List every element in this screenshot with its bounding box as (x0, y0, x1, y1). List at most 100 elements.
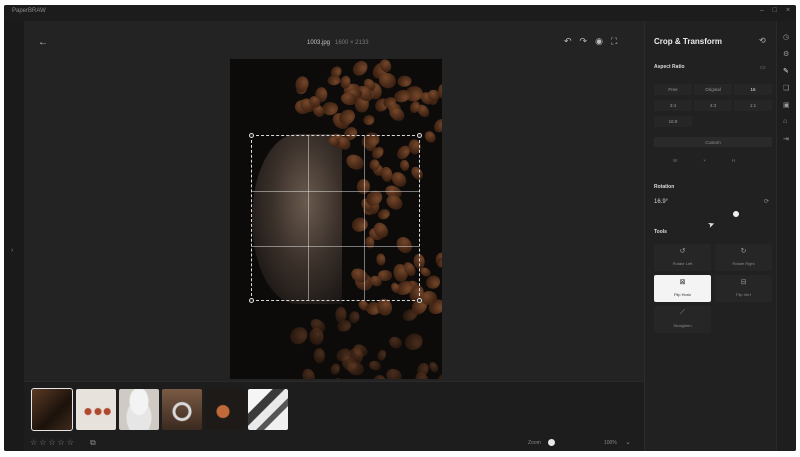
rotation-reset-icon[interactable]: ⟳ (764, 198, 769, 205)
rotate-right-button[interactable]: ↻ Rotate Right (715, 244, 772, 271)
flip-vertical-button[interactable]: ⊟ Flip Vert (715, 275, 772, 302)
star-icon[interactable]: ☆ (39, 438, 46, 447)
tools-label: Tools (654, 229, 667, 235)
file-dimensions: 1600 × 2133 (335, 40, 369, 46)
rotation-value[interactable]: 16.9° (654, 199, 668, 205)
redo-icon[interactable]: ↷ (580, 36, 588, 47)
crop-handle-bottom-right[interactable] (417, 298, 422, 303)
crop-box[interactable] (249, 133, 422, 303)
clock-icon[interactable]: ◷ (783, 33, 789, 41)
fullscreen-icon[interactable]: ⛶ (611, 36, 617, 47)
thumbnail[interactable] (162, 389, 202, 430)
close-button[interactable]: × (786, 7, 790, 14)
right-tool-rail: ◷ ⚙ ✎ ❏ ▣ ⌂ ⇥ (776, 21, 796, 451)
straighten-button[interactable]: ⟋ Straighten (654, 306, 711, 333)
rotation-label: Rotation (654, 184, 675, 190)
filmstrip: ☆ ☆ ☆ ☆ ☆ ⧉ Zoom 100% ⌄ (24, 381, 644, 451)
star-icon[interactable]: ☆ (30, 438, 37, 447)
aspect-16[interactable]: 16 (734, 84, 772, 95)
coffee-bean (398, 75, 413, 87)
coffee-bean (375, 348, 388, 363)
thumbnail[interactable] (76, 389, 116, 430)
undo-icon[interactable]: ↶ (564, 36, 572, 47)
aspect-3-4[interactable]: 3:4 (654, 100, 692, 111)
tool-label: Rotate Left (672, 261, 693, 266)
chevron-down-icon[interactable]: ⌄ (625, 438, 631, 446)
expand-sidebar-icon[interactable]: › (11, 247, 13, 254)
straighten-icon: ⟋ (680, 309, 685, 316)
aspect-16-9[interactable]: 16:9 (654, 116, 692, 127)
app-window: PaperBRAW – □ × › ← 1003.jpg 1600 × 2133… (4, 5, 796, 451)
aspect-ratio-menu-icon[interactable]: ▭ (760, 64, 766, 71)
aspect-original[interactable]: Original (694, 84, 732, 95)
custom-aspect-button[interactable]: Custom (654, 137, 772, 147)
coffee-bean (313, 348, 326, 364)
reset-icon[interactable]: ⟲ (759, 36, 766, 45)
aspect-free[interactable]: Free (654, 84, 692, 95)
star-icon[interactable]: ☆ (48, 438, 55, 447)
star-icon[interactable]: ☆ (67, 438, 74, 447)
window-controls: – □ × (760, 7, 790, 14)
height-label[interactable]: H (732, 158, 735, 163)
rotation-slider-knob[interactable] (733, 211, 739, 217)
coffee-bean (387, 334, 404, 351)
crop-edit-icon[interactable]: ✎ (783, 67, 789, 75)
star-icon[interactable]: ☆ (58, 438, 65, 447)
custom-dimensions: W × H (673, 158, 735, 163)
bookmark-icon[interactable]: ⌂ (783, 118, 787, 125)
coffee-bean (402, 330, 426, 353)
minimize-button[interactable]: – (760, 7, 764, 14)
zoom-value: 100% (604, 440, 617, 446)
crop-transform-panel: Crop & Transform ⟲ Aspect Ratio ▭ Free O… (644, 21, 776, 451)
settings-icon[interactable]: ⚙ (783, 50, 789, 58)
crop-grid-line (252, 191, 419, 192)
thumbnail[interactable] (31, 388, 73, 431)
thumbnail[interactable] (205, 389, 245, 430)
export-icon[interactable]: ⇥ (783, 135, 789, 143)
rotate-left-button[interactable]: ↺ Rotate Left (654, 244, 711, 271)
coffee-bean (332, 375, 347, 379)
maximize-button[interactable]: □ (773, 7, 777, 14)
canvas-actions: ↶ ↷ ◉ ⛶ (564, 36, 617, 47)
flip-horizontal-button[interactable]: ⊠ Flip Horiz (654, 275, 711, 302)
coffee-bean (287, 324, 312, 348)
aspect-1-1[interactable]: 1:1 (734, 100, 772, 111)
title-bar: PaperBRAW – □ × (4, 5, 796, 21)
coffee-bean (427, 360, 441, 375)
crop-handle-top-left[interactable] (249, 133, 254, 138)
zoom-slider-knob[interactable] (548, 439, 555, 446)
left-sidebar-collapsed: › (4, 21, 24, 451)
flip-horizontal-icon: ⊠ (679, 279, 686, 286)
coffee-bean (368, 359, 382, 372)
rotate-right-icon: ↻ (740, 248, 747, 255)
width-label[interactable]: W (673, 158, 677, 163)
crop-handle-bottom-left[interactable] (249, 298, 254, 303)
file-name: 1003.jpg (307, 40, 331, 46)
preview-eye-icon[interactable]: ◉ (595, 36, 603, 47)
coffee-bean (329, 362, 342, 376)
coffee-bean (362, 114, 375, 126)
thumbnail[interactable] (119, 389, 159, 430)
thumbnail[interactable] (248, 389, 288, 430)
copy-icon[interactable]: ⧉ (90, 438, 96, 448)
crop-handle-top-right[interactable] (417, 133, 422, 138)
crop-grid-line (308, 136, 309, 300)
app-title: PaperBRAW (12, 8, 46, 14)
back-arrow-icon[interactable]: ← (38, 37, 48, 48)
coffee-bean (422, 129, 438, 146)
aspect-ratio-label: Aspect Ratio (654, 64, 685, 70)
aspect-4-3[interactable]: 4:3 (694, 100, 732, 111)
coffee-bean (350, 59, 371, 79)
rotate-left-icon: ↺ (679, 248, 686, 255)
panel-title: Crop & Transform (654, 37, 723, 46)
zoom-label: Zoom (528, 440, 541, 446)
coffee-beans-photo (230, 59, 442, 379)
layers-icon[interactable]: ❏ (783, 84, 789, 92)
tool-label: Rotate Right (732, 261, 755, 266)
coffee-bean (300, 367, 318, 379)
coffee-bean (431, 116, 442, 135)
adjust-icon[interactable]: ▣ (783, 101, 790, 109)
coffee-bean (383, 365, 404, 379)
times-symbol: × (703, 158, 706, 163)
tool-label: Flip Horiz (674, 292, 691, 297)
